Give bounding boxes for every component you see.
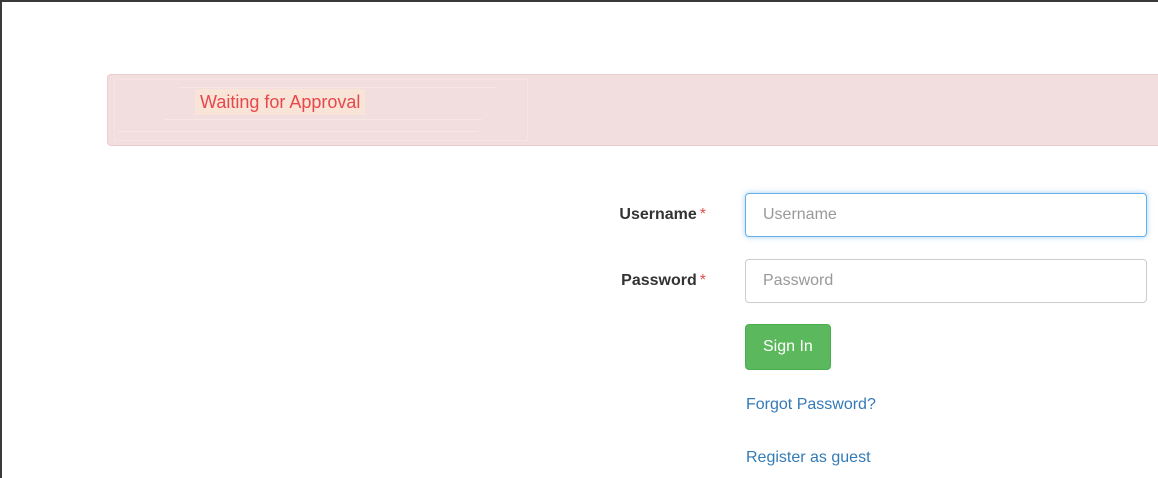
- password-label-text: Password: [621, 272, 697, 289]
- approval-alert: Waiting for Approval: [107, 74, 1158, 146]
- register-guest-link[interactable]: Register as guest: [746, 449, 871, 467]
- username-required-mark: *: [699, 206, 706, 223]
- username-input[interactable]: [745, 193, 1147, 237]
- username-label: Username *: [619, 206, 706, 224]
- alert-divider: [164, 119, 482, 120]
- password-required-mark: *: [699, 272, 706, 289]
- password-input[interactable]: [745, 259, 1147, 303]
- password-label: Password *: [621, 272, 706, 290]
- sign-in-button[interactable]: Sign In: [745, 324, 831, 370]
- forgot-password-link[interactable]: Forgot Password?: [746, 396, 876, 414]
- username-label-text: Username: [619, 206, 697, 223]
- window-frame: [0, 0, 1158, 478]
- alert-divider: [178, 87, 496, 88]
- alert-divider: [118, 131, 478, 132]
- alert-message: Waiting for Approval: [195, 89, 366, 115]
